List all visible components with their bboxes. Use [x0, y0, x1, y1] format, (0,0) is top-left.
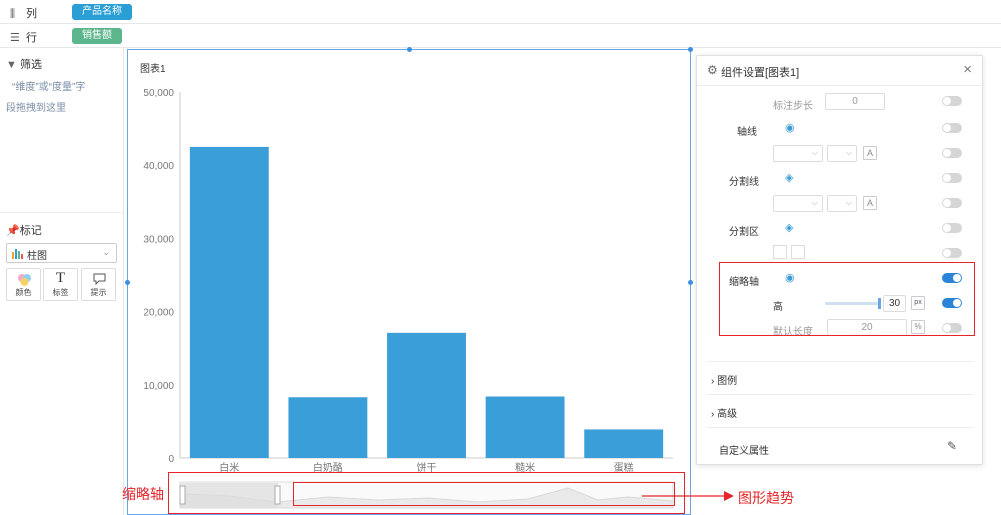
chevron-down-icon: ⌵: [845, 148, 852, 157]
highlight-trend: [293, 482, 675, 506]
filter-hint-2: 段拖拽到这里: [6, 103, 66, 114]
bar[interactable]: [584, 429, 664, 458]
axis-line-width-select[interactable]: ⌵: [827, 145, 857, 162]
axis-line-style-toggle[interactable]: [942, 148, 962, 158]
label-step-toggle[interactable]: [942, 96, 962, 106]
axis-line-toggle[interactable]: [942, 123, 962, 133]
chevron-right-icon: ›: [711, 409, 715, 420]
label-button[interactable]: T 标签: [43, 268, 78, 301]
custom-props-label: 自定义属性: [719, 446, 769, 457]
label-button-label: 标签: [52, 288, 69, 297]
rows-shelf[interactable]: ☰ 行 销售额: [0, 24, 1001, 48]
advanced-section[interactable]: › 高级: [711, 405, 737, 420]
bar-chart-icon: [11, 247, 23, 262]
close-icon[interactable]: ×: [963, 61, 972, 78]
axis-line-label: 轴线: [737, 127, 757, 138]
color-button-label: 颜色: [15, 288, 32, 297]
rows-pill[interactable]: 销售额: [72, 28, 122, 44]
columns-shelf[interactable]: ⫼ 列 产品名称: [0, 0, 1001, 24]
gear-icon: ⚙: [707, 63, 718, 77]
panel-header: ⚙ 组件设置[图表1] ×: [697, 56, 984, 86]
divider: [707, 394, 974, 395]
y-tick-label: 10,000: [143, 381, 174, 392]
chevron-down-icon: ⌄: [102, 247, 110, 257]
divider: [707, 427, 974, 428]
y-tick-label: 0: [168, 454, 174, 465]
split-area-color-toggle[interactable]: [942, 248, 962, 258]
filter-title: ▼ 筛选: [6, 59, 42, 71]
tooltip-button[interactable]: 提示: [81, 268, 116, 301]
y-tick-label: 30,000: [143, 234, 174, 245]
chevron-down-icon: ⌵: [811, 198, 818, 207]
split-line-width-select[interactable]: ⌵: [827, 195, 857, 212]
font-color-icon[interactable]: A: [863, 146, 877, 160]
y-tick-label: 40,000: [143, 161, 174, 172]
columns-icon: ⫼: [10, 8, 16, 20]
bar[interactable]: [288, 397, 368, 458]
text-T-icon: T: [55, 270, 66, 286]
bar[interactable]: [485, 396, 565, 458]
split-line-toggle[interactable]: [942, 173, 962, 183]
annotation-graph-trend: 图形趋势: [738, 490, 794, 506]
axis-line-style-select[interactable]: ⌵: [773, 145, 823, 162]
split-line-style-select[interactable]: ⌵: [773, 195, 823, 212]
annotation-thumbnail-axis: 缩略轴: [122, 486, 164, 502]
panel-title: 组件设置[图表1]: [721, 67, 800, 79]
split-line-style-toggle[interactable]: [942, 198, 962, 208]
color-button[interactable]: 颜色: [6, 268, 41, 301]
chart-type-label: 柱图: [27, 251, 47, 262]
chart-type-select[interactable]: 柱图 ⌄: [6, 243, 117, 263]
rows-shelf-label: ☰ 行: [10, 32, 37, 44]
bar-chart: 010,00020,00030,00040,00050,000 白米 白奶酪 饼干糙…: [143, 88, 674, 509]
split-area-color-2[interactable]: [791, 245, 805, 259]
label-step-input[interactable]: 0: [825, 93, 885, 110]
filter-hint-1: “维度”或“度量”字: [12, 82, 86, 93]
tooltip-icon: [93, 273, 106, 288]
y-tick-label: 20,000: [143, 308, 174, 319]
label-step-label: 标注步长: [773, 101, 813, 112]
chevron-right-icon: ›: [711, 376, 715, 387]
left-pane: ▼ 筛选 “维度”或“度量”字 段拖拽到这里 📌标记 柱图 ⌄ 颜色 T 标签 …: [0, 48, 124, 515]
divider: [0, 212, 123, 213]
marks-title: 📌标记: [6, 225, 42, 237]
edit-icon[interactable]: ✎: [947, 439, 957, 453]
filter-icon: ▼: [6, 59, 17, 71]
chevron-down-icon: ⌵: [845, 198, 852, 207]
eye-hidden-icon[interactable]: ◈: [785, 171, 793, 184]
split-area-toggle[interactable]: [942, 223, 962, 233]
columns-pill[interactable]: 产品名称: [72, 4, 132, 20]
chevron-down-icon: ⌵: [811, 148, 818, 157]
font-color-icon[interactable]: A: [863, 196, 877, 210]
rows-icon: ☰: [10, 32, 20, 44]
legend-section[interactable]: › 图例: [711, 372, 737, 387]
bar[interactable]: [189, 146, 269, 458]
component-settings-panel: ⚙ 组件设置[图表1] × 标注步长 0 轴线 ◉ ⌵ ⌵ A 分割线 ◈ ⌵ …: [696, 55, 984, 465]
annotation-arrow: [642, 491, 734, 501]
tooltip-button-label: 提示: [90, 288, 107, 297]
split-area-color-1[interactable]: [773, 245, 787, 259]
split-area-label: 分割区: [729, 227, 759, 238]
pin-icon: 📌: [6, 225, 20, 237]
divider: [707, 361, 974, 362]
highlight-thumbnail-settings: [719, 262, 975, 336]
columns-shelf-label: ⫼ 列: [10, 8, 37, 20]
y-tick-label: 50,000: [143, 88, 174, 99]
split-line-label: 分割线: [729, 177, 759, 188]
eye-hidden-icon[interactable]: ◈: [785, 221, 793, 234]
eye-icon[interactable]: ◉: [785, 121, 795, 134]
bar[interactable]: [387, 332, 466, 458]
